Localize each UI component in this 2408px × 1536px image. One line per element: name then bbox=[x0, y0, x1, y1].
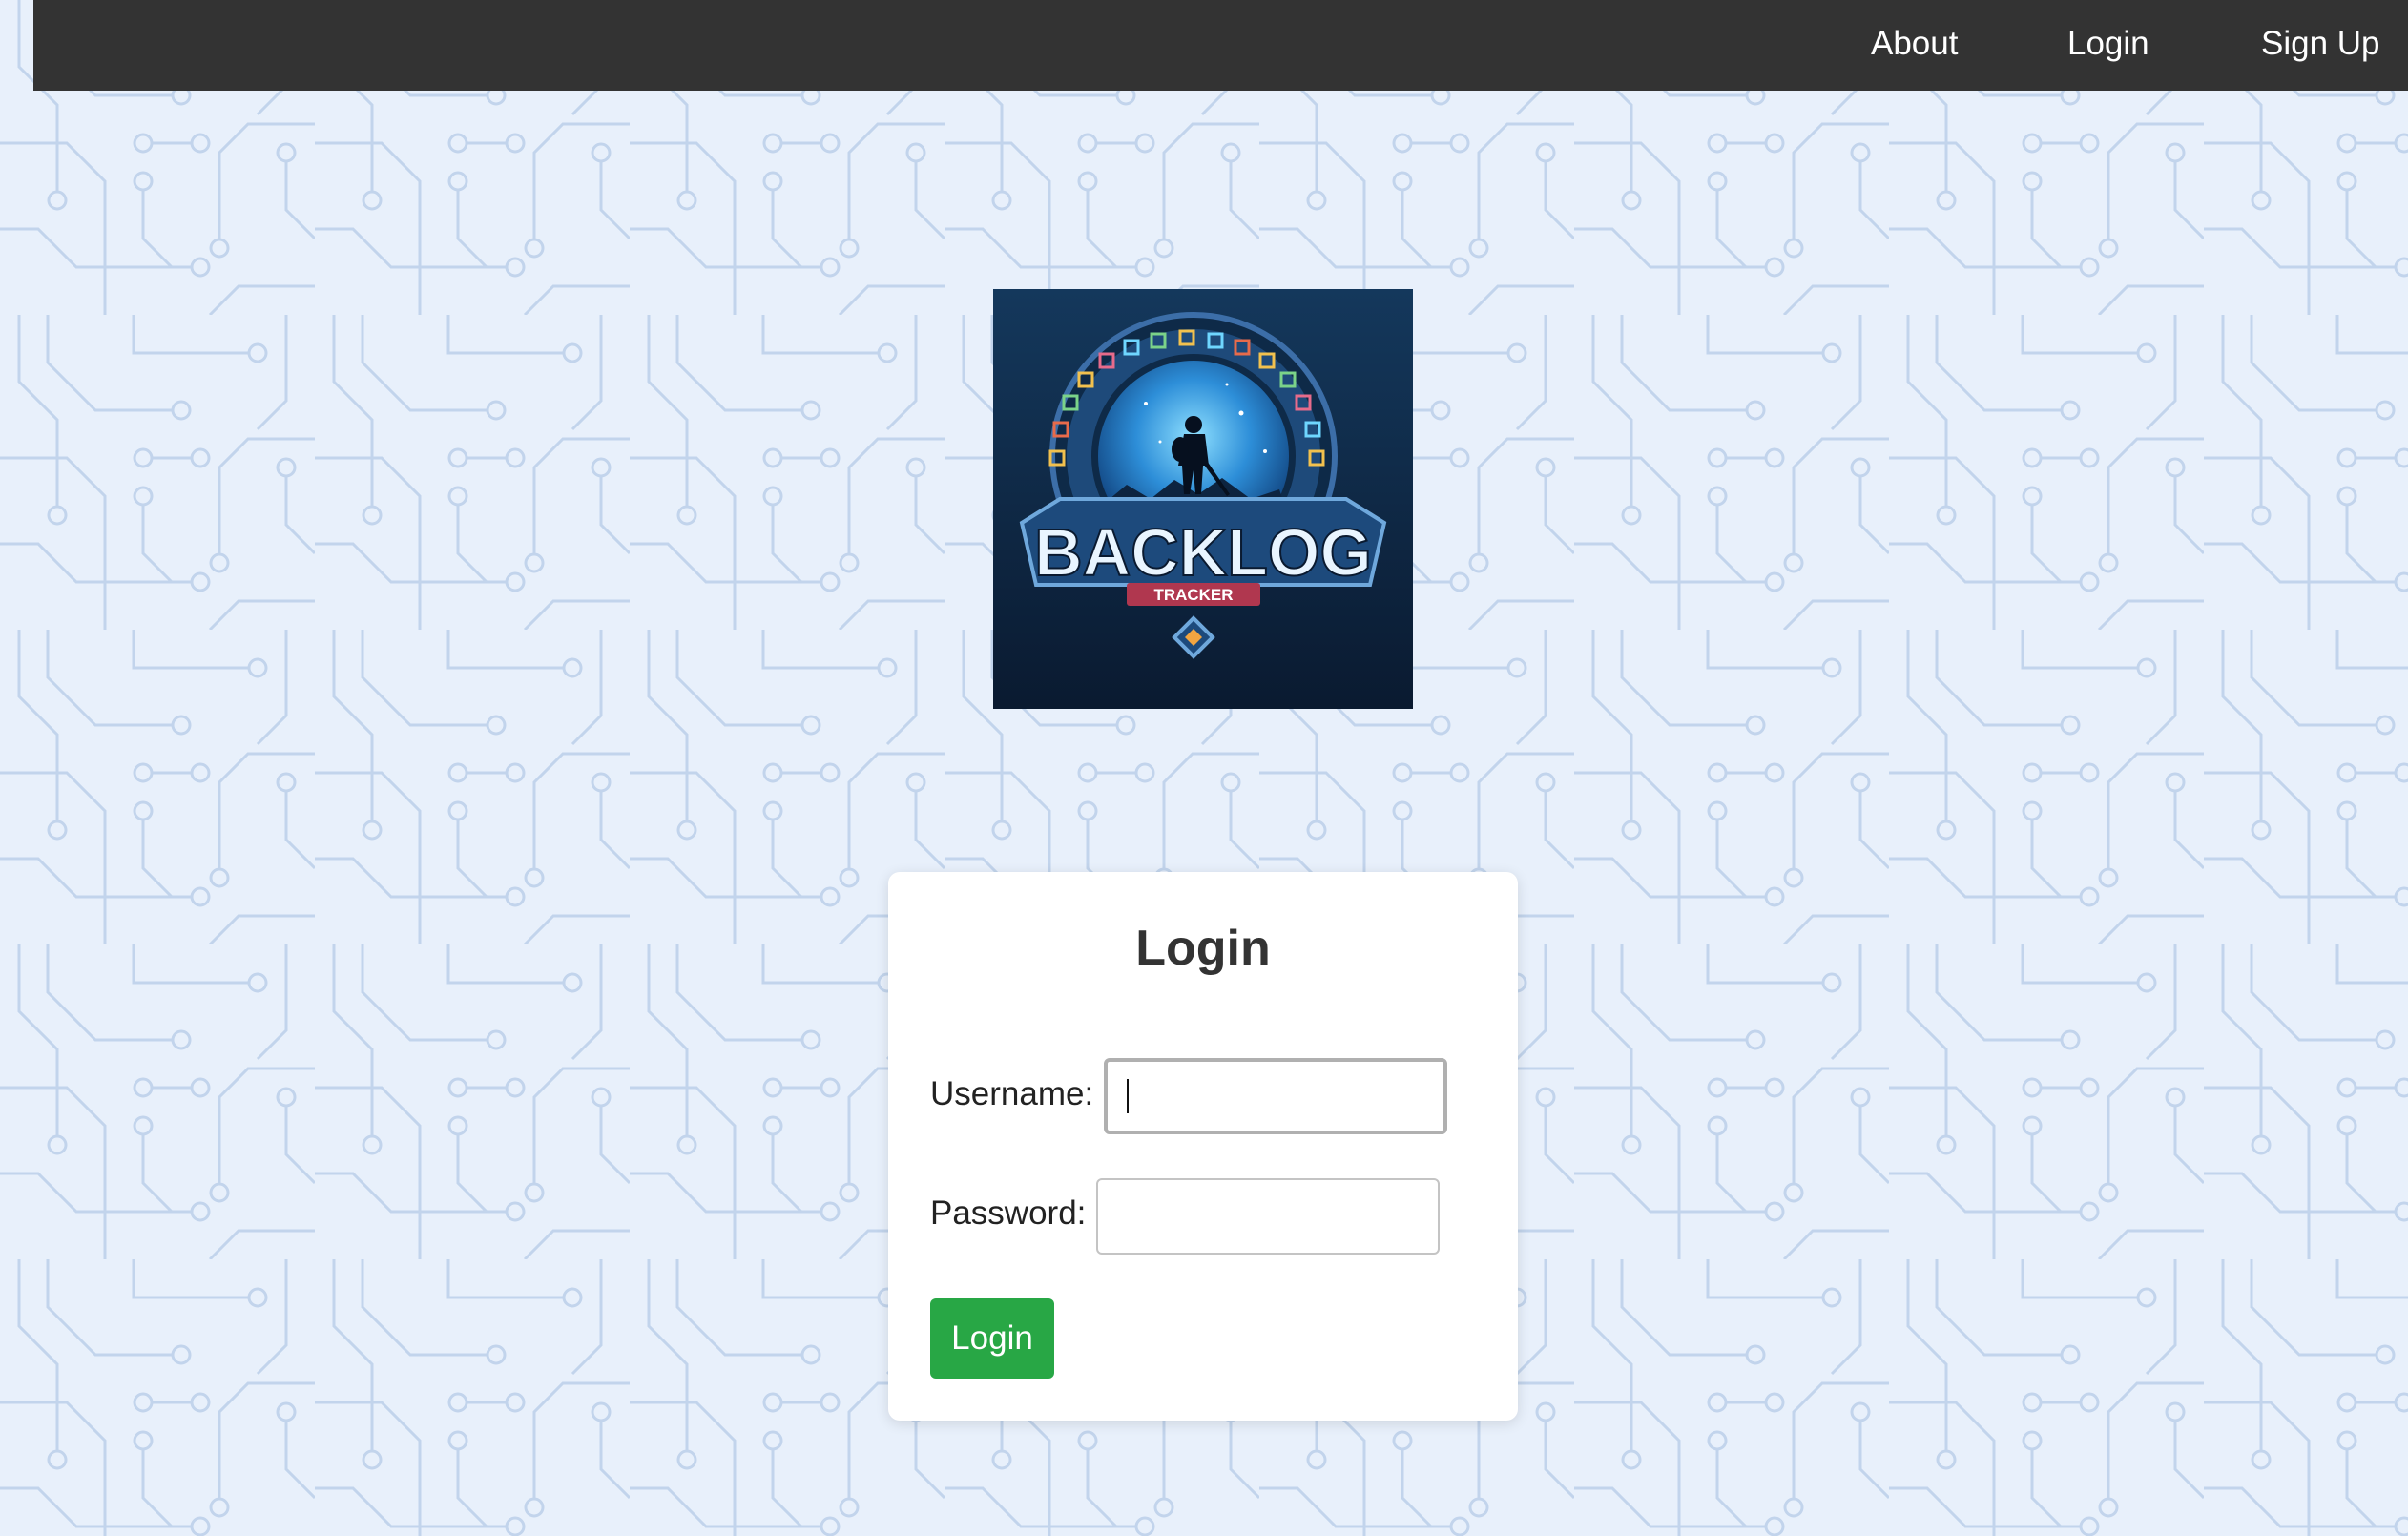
login-button[interactable]: Login bbox=[930, 1298, 1054, 1379]
nav-link-sign-up[interactable]: Sign Up bbox=[2261, 0, 2380, 91]
password-label: Password: bbox=[930, 1194, 1087, 1232]
logo-title: BACKLOG bbox=[1034, 515, 1372, 590]
text-cursor bbox=[1127, 1079, 1129, 1113]
top-navbar: About Login Sign Up bbox=[33, 0, 2408, 91]
username-label: Username: bbox=[930, 1075, 1094, 1112]
password-input[interactable] bbox=[1096, 1178, 1440, 1255]
login-card: Login Username: Password: Login bbox=[888, 872, 1518, 1421]
nav-link-login[interactable]: Login bbox=[2067, 0, 2149, 91]
logo-subtitle: TRACKER bbox=[1153, 586, 1233, 604]
nav-link-about[interactable]: About bbox=[1871, 0, 1958, 91]
backlog-tracker-logo: BACKLOG TRACKER bbox=[993, 289, 1413, 709]
username-input[interactable] bbox=[1104, 1058, 1447, 1134]
login-title: Login bbox=[1135, 921, 1271, 976]
